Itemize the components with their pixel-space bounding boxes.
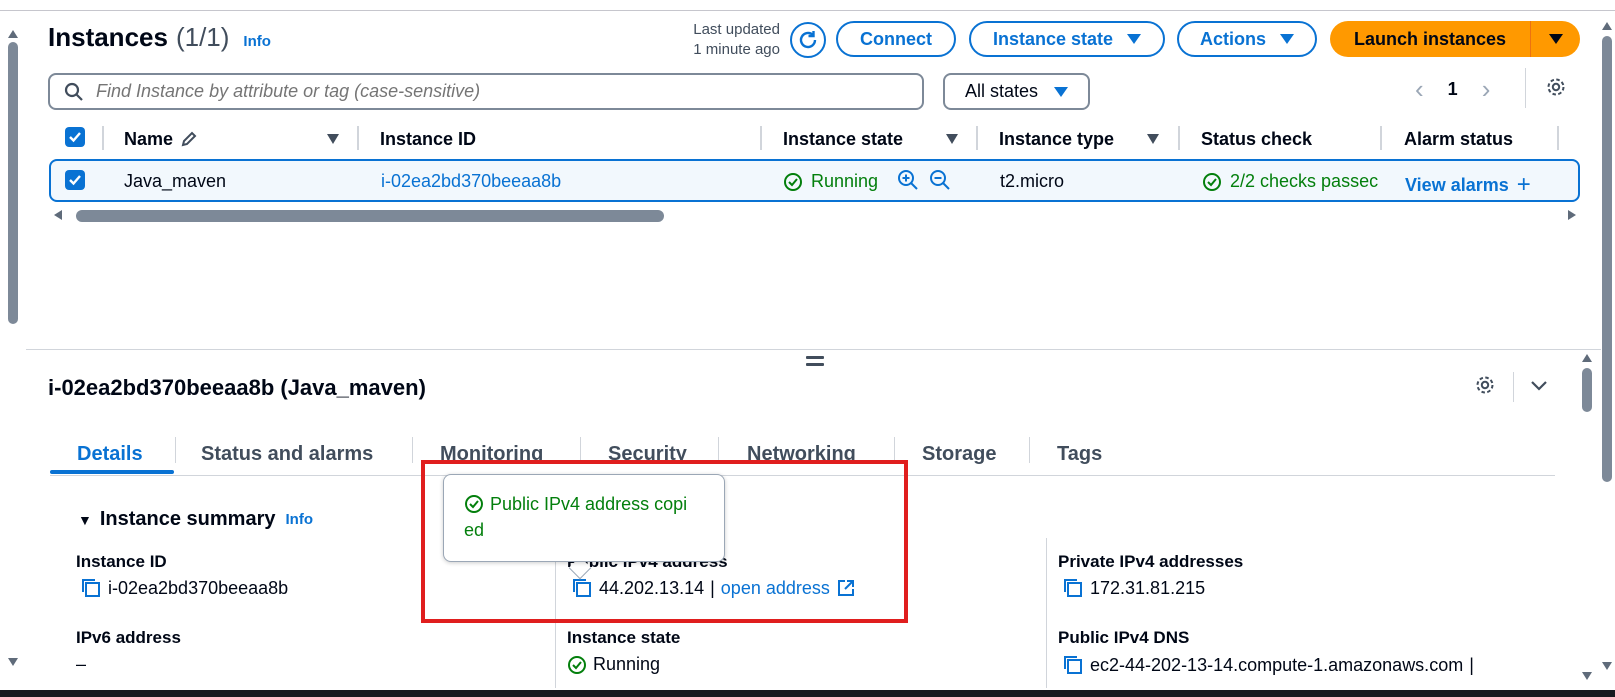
plus-icon: + [1516, 171, 1531, 198]
panel-scrollbar[interactable] [1580, 354, 1594, 684]
instance-id-label: Instance ID [76, 552, 167, 571]
prev-page-icon[interactable]: ‹ [1415, 74, 1424, 105]
public-dns-label: Public IPv4 DNS [1058, 628, 1190, 647]
gear-icon [1476, 376, 1494, 394]
collapse-panel-button[interactable] [1528, 374, 1550, 401]
right-scrollbar[interactable] [1600, 22, 1614, 672]
instance-state-button[interactable]: Instance state [969, 21, 1165, 57]
sort-icon[interactable] [946, 134, 958, 144]
col-instance-id[interactable]: Instance ID [380, 124, 476, 154]
col-instance-state[interactable]: Instance state [783, 124, 903, 154]
col-alarm-status[interactable]: Alarm status [1404, 124, 1513, 154]
gear-icon [1547, 78, 1565, 96]
pencil-icon [181, 131, 197, 147]
check-icon [69, 132, 81, 143]
zoom-in-icon[interactable] [897, 169, 919, 191]
horizontal-scroll-thumb[interactable] [76, 210, 664, 222]
check-circle-icon [465, 495, 483, 513]
top-border [0, 10, 1615, 11]
copy-icon[interactable] [80, 577, 102, 599]
check-circle-icon [1203, 172, 1221, 191]
launch-dropdown-button[interactable] [1531, 34, 1580, 44]
cell-state: Running [783, 171, 878, 192]
search-input[interactable] [96, 81, 856, 102]
refresh-icon [799, 31, 817, 49]
table-settings-button[interactable] [1545, 76, 1567, 103]
check-icon [69, 175, 81, 186]
sort-icon[interactable] [327, 134, 339, 144]
instance-state-label: Instance state [567, 628, 681, 647]
col-status-check[interactable]: Status check [1201, 124, 1312, 154]
instance-id-link[interactable]: i-02ea2bd370beeaa8b [381, 171, 561, 192]
instances-header: Instances (1/1) Info [48, 22, 271, 54]
col-name[interactable]: Name [124, 124, 199, 154]
cell-status-check: 2/2 checks passec [1202, 171, 1380, 192]
caret-down-icon [1127, 34, 1142, 44]
pagination: ‹ 1 › [1415, 74, 1490, 105]
actions-button[interactable]: Actions [1177, 21, 1317, 57]
panel-title: i-02ea2bd370beeaa8b (Java_maven) [48, 375, 426, 400]
zoom-out-icon[interactable] [929, 169, 951, 191]
instance-summary-toggle[interactable]: ▼ Instance summary Info [78, 508, 313, 531]
select-all-checkbox[interactable] [65, 127, 85, 147]
col-instance-type[interactable]: Instance type [999, 124, 1114, 154]
ipv6-value: – [76, 654, 87, 674]
cell-name: Java_maven [124, 171, 227, 191]
caret-down-icon: ▼ [78, 511, 92, 528]
active-tab-indicator [50, 470, 174, 474]
connect-button[interactable]: Connect [836, 21, 956, 57]
cell-type: t2.micro [1000, 171, 1065, 191]
copy-icon[interactable] [1062, 577, 1084, 599]
search-icon [64, 82, 83, 101]
row-checkbox[interactable] [65, 170, 85, 190]
instance-count: (1/1) [175, 22, 230, 52]
tab-status-and-alarms[interactable]: Status and alarms [201, 432, 373, 476]
check-circle-icon [568, 655, 586, 674]
panel-settings-button[interactable] [1474, 374, 1496, 401]
ipv6-label: IPv6 address [76, 628, 181, 647]
instance-state-value: Running [567, 654, 660, 675]
summary-info-link[interactable]: Info [286, 511, 314, 528]
copy-icon[interactable] [1062, 654, 1084, 676]
info-link[interactable]: Info [243, 33, 271, 50]
refresh-button[interactable] [790, 22, 826, 58]
tab-storage[interactable]: Storage [922, 432, 996, 476]
search-box[interactable] [48, 73, 924, 110]
tab-tags[interactable]: Tags [1057, 432, 1102, 476]
resize-handle[interactable] [806, 356, 824, 370]
page-title: Instances [48, 22, 168, 52]
sort-icon[interactable] [1147, 134, 1159, 144]
caret-down-icon [1280, 34, 1294, 44]
copied-tooltip: Public IPv4 address copi ed [443, 474, 725, 562]
instance-id-value: i-02ea2bd370beeaa8b [80, 577, 288, 599]
chevron-down-icon [1531, 381, 1547, 391]
caret-down-icon [1054, 86, 1069, 97]
next-page-icon[interactable]: › [1482, 74, 1491, 105]
left-scrollbar[interactable] [6, 30, 20, 670]
last-updated: Last updated 1 minute ago [693, 21, 780, 58]
launch-instances-button[interactable]: Launch instances [1330, 21, 1580, 57]
caret-down-icon [1548, 34, 1563, 44]
private-ip-value: 172.31.81.215 [1062, 577, 1205, 599]
states-filter[interactable]: All states [943, 73, 1090, 110]
view-alarms-link[interactable]: View alarms + [1405, 171, 1531, 199]
public-dns-value: ec2-44-202-13-14.compute-1.amazonaws.com… [1062, 654, 1474, 676]
private-ip-label: Private IPv4 addresses [1058, 552, 1244, 571]
current-page[interactable]: 1 [1448, 79, 1458, 100]
check-circle-icon [784, 172, 802, 191]
